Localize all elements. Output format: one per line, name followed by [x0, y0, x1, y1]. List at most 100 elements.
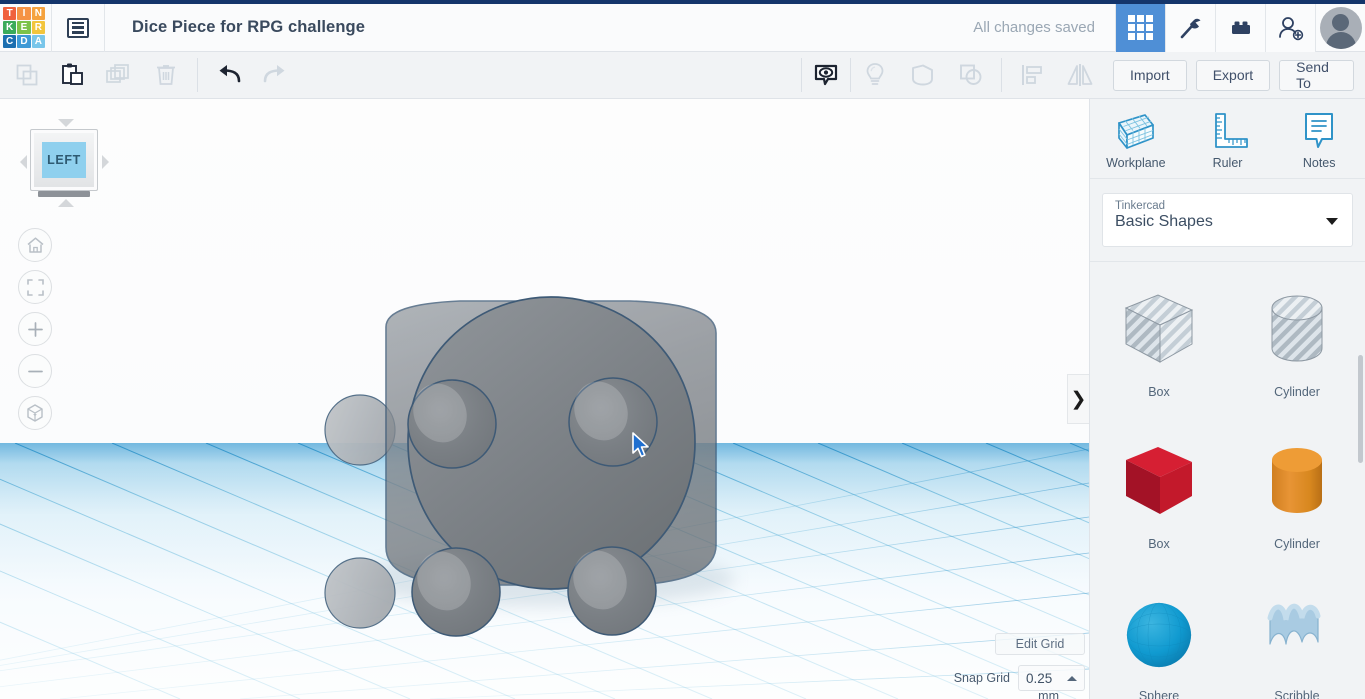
align-button[interactable]	[1008, 52, 1056, 99]
shape-label: Cylinder	[1274, 385, 1320, 399]
minus-icon	[27, 370, 43, 372]
duplicate-icon	[106, 64, 130, 83]
tinker-button[interactable]	[1165, 3, 1215, 52]
shape-label: Box	[1148, 385, 1170, 399]
orange-cylinder-icon	[1272, 448, 1322, 513]
snap-grid-value: 0.25	[1026, 670, 1053, 686]
view-cube-face-label: LEFT	[42, 142, 86, 178]
clipboard-paste-icon	[62, 63, 84, 85]
snap-grid-unit: mm	[1038, 689, 1059, 699]
group-button[interactable]	[899, 52, 947, 99]
shape-scribble[interactable]: Scribble	[1228, 576, 1365, 699]
send-to-button[interactable]: Send To	[1279, 59, 1354, 91]
shape-list: Box Cylinder Box Cylinder Sphere Scribbl…	[1090, 261, 1365, 699]
view-cube-box[interactable]: LEFT	[30, 129, 98, 191]
gallery-grid-button[interactable]	[1115, 3, 1165, 52]
add-user-icon	[1278, 16, 1303, 40]
home-view-button[interactable]	[18, 228, 52, 262]
workspace-canvas[interactable]: LEFT ❯ Edit Grid Snap Grid 0.25 mm	[0, 99, 1089, 699]
mirror-flip-icon	[1067, 64, 1093, 86]
view-cube-arrow-right[interactable]	[102, 155, 109, 169]
save-status: All changes saved	[973, 19, 1095, 36]
mirror-button[interactable]	[1056, 52, 1104, 99]
view-cube-stand	[38, 191, 90, 197]
ruler-icon	[1214, 113, 1248, 148]
import-button[interactable]: Import	[1113, 59, 1187, 91]
lightbulb-icon	[866, 63, 884, 85]
cube-perspective-icon	[27, 404, 43, 422]
shape-box-hole[interactable]: Box	[1090, 272, 1228, 424]
logo-tile-r: R	[31, 20, 45, 35]
scrollbar-thumb[interactable]	[1358, 355, 1363, 463]
toolbar-divider-4	[1001, 58, 1002, 92]
blue-sphere-icon	[1126, 602, 1192, 668]
page-title: Dice Piece for RPG challenge	[132, 18, 365, 36]
group-shapes-icon	[912, 64, 933, 86]
collapse-panel-button[interactable]: ❯	[1067, 374, 1089, 424]
tinkercad-logo[interactable]: TINKERCDA	[3, 6, 45, 49]
trash-icon	[156, 65, 175, 85]
ruler-tool[interactable]: Ruler	[1182, 111, 1274, 178]
plus-icon	[27, 321, 43, 337]
shape-sphere[interactable]: Sphere	[1090, 576, 1228, 699]
lego-brick-icon	[1231, 21, 1250, 34]
shape-cylinder-solid[interactable]: Cylinder	[1228, 424, 1365, 576]
duplicate-button[interactable]	[96, 52, 142, 99]
fit-to-view-button[interactable]	[18, 270, 52, 304]
delete-button[interactable]	[143, 52, 189, 99]
snap-grid-select[interactable]: 0.25	[1018, 665, 1085, 691]
paste-button[interactable]	[50, 52, 96, 99]
red-box-icon	[1126, 447, 1192, 514]
mouse-cursor	[632, 432, 649, 458]
shape-library-select[interactable]: Tinkercad Basic Shapes	[1102, 193, 1353, 247]
view-cube-arrow-up[interactable]	[58, 119, 74, 127]
shape-cylinder-hole[interactable]: Cylinder	[1228, 272, 1365, 424]
redo-arrow-icon	[263, 65, 285, 83]
toolbar-actions: Import Export Send To	[1104, 52, 1365, 99]
workplane-grid-icon	[1117, 114, 1154, 149]
hammer-icon	[1180, 18, 1200, 38]
snap-grid-control: Snap Grid 0.25	[954, 665, 1085, 691]
striped-cylinder-icon	[1271, 295, 1323, 362]
zoom-in-button[interactable]	[18, 312, 52, 346]
avatar	[1319, 6, 1362, 49]
edit-grid-button[interactable]: Edit Grid	[995, 633, 1085, 655]
home-icon	[27, 236, 43, 253]
notes-callout-icon	[1305, 113, 1334, 148]
notes-tool-label: Notes	[1302, 156, 1336, 170]
invite-button[interactable]	[1265, 3, 1315, 52]
workplane-tool-label: Workplane	[1106, 156, 1166, 170]
show-hide-button[interactable]	[802, 52, 850, 99]
logo-tile-t: T	[3, 6, 17, 20]
user-avatar-button[interactable]	[1315, 3, 1365, 52]
notes-tool[interactable]: Notes	[1273, 111, 1365, 178]
undo-arrow-icon	[219, 65, 241, 83]
redo-button[interactable]	[252, 52, 298, 99]
view-cube-arrow-left[interactable]	[20, 155, 27, 169]
view-cube[interactable]: LEFT	[18, 117, 110, 209]
logo-tile-e: E	[17, 20, 31, 35]
copy-button[interactable]	[4, 52, 50, 99]
fit-frame-icon	[26, 278, 44, 296]
zoom-out-button[interactable]	[18, 354, 52, 388]
header-divider-2	[104, 3, 105, 52]
shapes-panel: Workplane Ruler Notes Tinkercad Basic Sh…	[1089, 99, 1365, 699]
striped-box-icon	[1124, 294, 1194, 363]
logo-tile-k: K	[3, 20, 17, 35]
perspective-toggle-button[interactable]	[18, 396, 52, 430]
blocks-button[interactable]	[1215, 3, 1265, 52]
shape-box-solid[interactable]: Box	[1090, 424, 1228, 576]
logo-tile-i: I	[17, 6, 31, 20]
edit-toolbar: Import Export Send To	[0, 52, 1365, 99]
ungroup-button[interactable]	[947, 52, 995, 99]
workplane-tool[interactable]: Workplane	[1090, 111, 1182, 178]
light-button[interactable]	[851, 52, 899, 99]
snap-grid-label: Snap Grid	[953, 671, 1010, 685]
app-header: TINKERCDA Dice Piece for RPG challenge A…	[0, 3, 1365, 52]
dice-model[interactable]	[320, 199, 750, 699]
view-cube-arrow-down[interactable]	[58, 199, 74, 207]
export-button[interactable]: Export	[1195, 59, 1271, 91]
panel-scrollbar[interactable]	[1358, 265, 1363, 695]
undo-button[interactable]	[206, 52, 252, 99]
project-menu-button[interactable]	[52, 4, 104, 52]
